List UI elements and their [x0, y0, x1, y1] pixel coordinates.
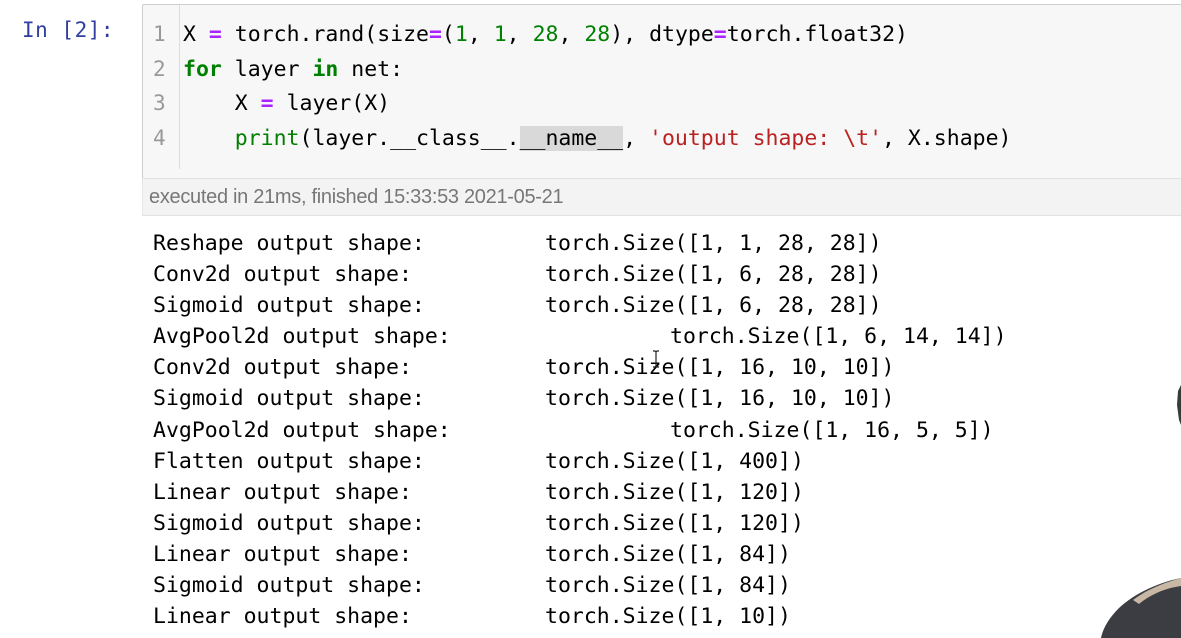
presenter-video-overlay	[1101, 578, 1181, 638]
line-number-gutter: 1 2 3 4	[143, 5, 180, 169]
code-line-4[interactable]: print(layer.__class__.__name__, 'output …	[183, 126, 1011, 151]
selection-highlight: __name__	[519, 126, 624, 151]
execution-info: executed in 21ms, finished 15:33:53 2021…	[149, 186, 564, 208]
code-line-1[interactable]: X = torch.rand(size=(1, 1, 28, 28), dtyp…	[183, 22, 908, 47]
presenter-video-edge	[1177, 385, 1181, 425]
line-number: 3	[153, 91, 166, 115]
code-line-2[interactable]: for layer in net:	[183, 57, 403, 82]
line-number: 1	[153, 22, 166, 46]
input-prompt: In [2]:	[22, 18, 115, 42]
execution-time-bar: executed in 21ms, finished 15:33:53 2021…	[142, 178, 1181, 216]
line-number: 4	[153, 126, 166, 150]
text-cursor-icon	[653, 350, 659, 368]
code-line-3[interactable]: X = layer(X)	[183, 91, 390, 116]
code-editor[interactable]: 1 2 3 4 X = torch.rand(size=(1, 1, 28, 2…	[142, 4, 1181, 180]
line-number: 2	[153, 57, 166, 81]
